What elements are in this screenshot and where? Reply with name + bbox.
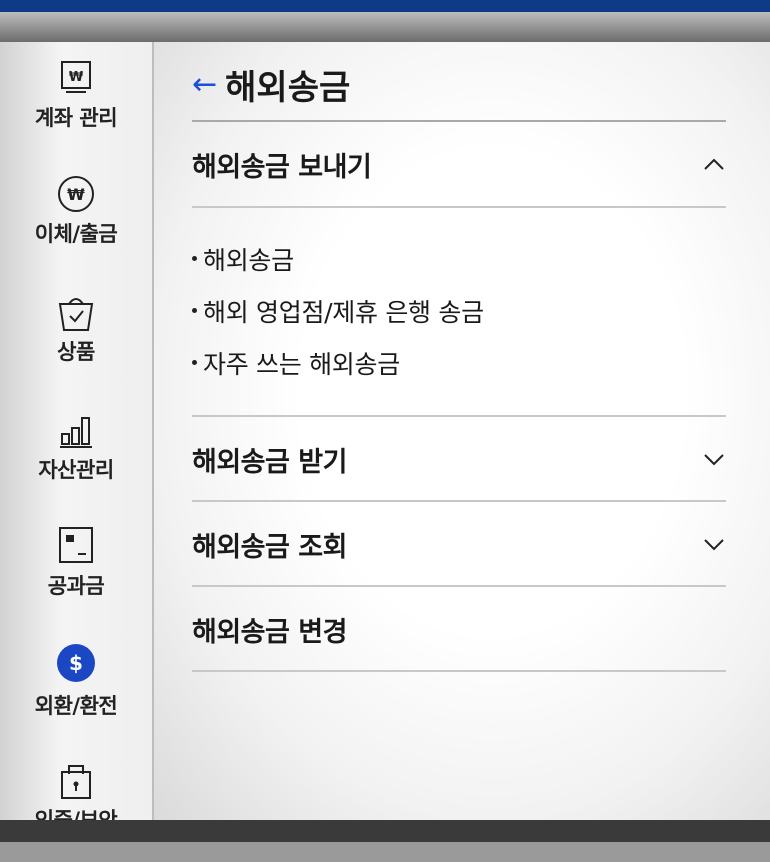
divider [192,670,726,672]
section-label: 해외송금 받기 [192,446,347,478]
sidebar-item-products[interactable]: 상품 [0,292,152,366]
dollar-circle-icon: $ [57,644,95,682]
list-item-branch-partner-remittance[interactable]: 해외 영업점/제휴 은행 송금 [192,293,484,329]
sidebar-item-label: 외환/환전 [34,694,118,718]
list-item-frequent-remittance[interactable]: 자주 쓰는 해외송금 [192,345,400,381]
bullet-icon [192,307,197,313]
chevron-up-icon [704,158,724,170]
top-shadow-bar [0,12,770,42]
sidebar-item-label: 이체/출금 [34,222,118,246]
bottom-edge [0,842,770,862]
sidebar-item-label: 계좌 관리 [34,106,118,130]
shopping-bag-icon [58,298,94,331]
account-won-icon: ₩ [61,61,91,93]
page-header: ← 해외송금 [192,54,350,114]
section-inquiry[interactable]: 해외송금 조회 [192,502,726,586]
won-circle-icon: ₩ [58,176,94,212]
sidebar-item-label: 상품 [57,340,95,364]
page-title: 해외송금 [225,67,351,108]
main-panel: ← 해외송금 해외송금 보내기 해외송금 해외 영업점/제휴 은행 송금 자주 … [154,42,770,820]
sidebar-item-utility[interactable]: 공과금 [0,526,152,600]
section-label: 해외송금 변경 [192,616,347,648]
sidebar-item-forex[interactable]: $ 외환/환전 [0,644,152,720]
bottom-bar [0,820,770,842]
lock-icon [61,765,91,799]
section-label: 해외송금 보내기 [192,151,372,183]
bullet-icon [192,255,197,261]
chevron-down-icon [704,539,724,551]
divider [192,206,726,208]
back-arrow-icon[interactable]: ← [192,67,217,102]
sidebar: ₩ 계좌 관리 ₩ 이체/출금 상품 자산관리 공과금 $ 외환/환전 [0,42,154,832]
sidebar-item-label: 공과금 [47,574,105,598]
sidebar-item-account[interactable]: ₩ 계좌 관리 [0,58,152,132]
section-receive[interactable]: 해외송금 받기 [192,417,726,501]
bar-chart-icon [60,417,92,448]
top-status-bar [0,0,770,12]
sidebar-item-assets[interactable]: 자산관리 [0,410,152,484]
bullet-icon [192,359,197,365]
section-send[interactable]: 해외송금 보내기 [192,122,726,206]
section-change[interactable]: 해외송금 변경 [192,587,726,671]
chevron-down-icon [704,454,724,466]
list-item-overseas-remittance[interactable]: 해외송금 [192,241,294,277]
sidebar-item-label: 자산관리 [38,458,114,482]
section-label: 해외송금 조회 [192,531,347,563]
bill-icon [59,527,93,563]
sidebar-item-transfer[interactable]: ₩ 이체/출금 [0,174,152,248]
svg-text:₩: ₩ [69,70,84,85]
svg-text:₩: ₩ [67,185,85,204]
